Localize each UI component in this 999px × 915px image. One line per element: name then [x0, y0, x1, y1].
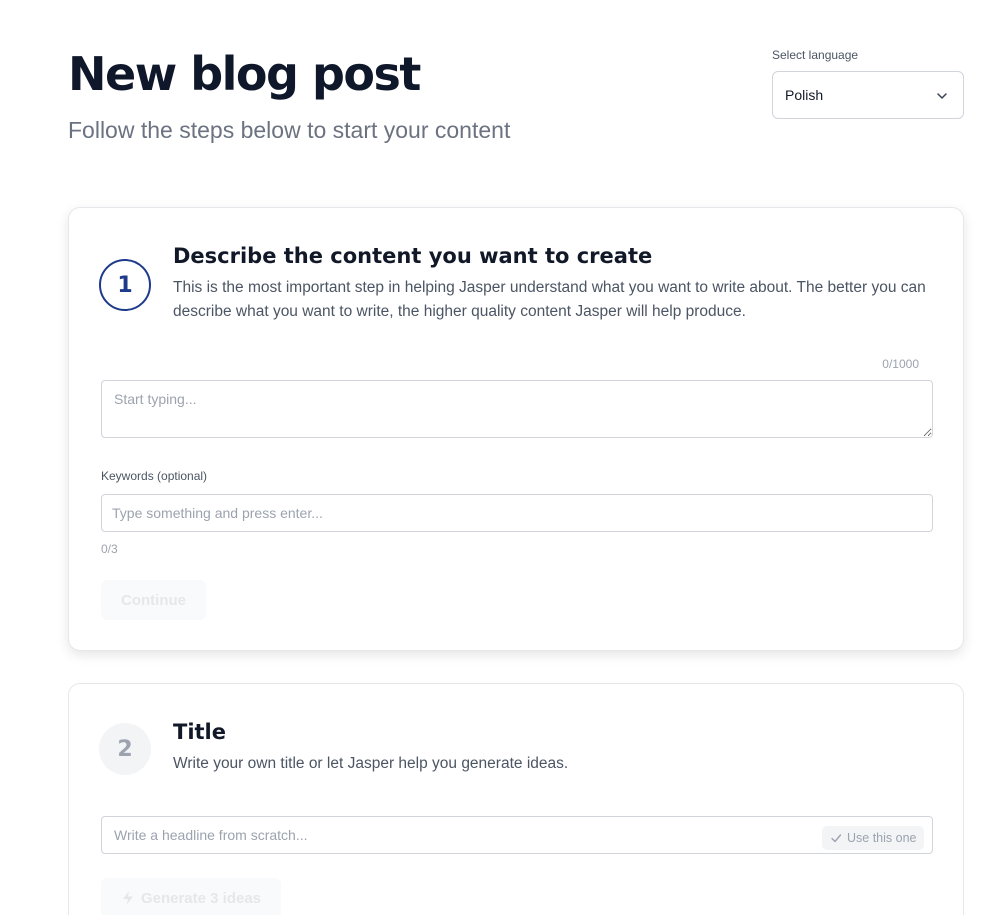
keywords-label: Keywords (optional): [101, 469, 208, 483]
chevron-down-icon: [937, 93, 947, 99]
page-title: New blog post: [68, 47, 421, 101]
step-2-description: Write your own title or let Jasper help …: [173, 755, 569, 772]
generate-ideas-label: Generate 3 ideas: [140, 889, 262, 907]
lightning-icon: [122, 891, 133, 905]
continue-button-label: Continue: [121, 591, 186, 609]
language-select[interactable]: Polish: [772, 71, 964, 119]
use-this-one-button[interactable]: Use this one: [822, 826, 925, 850]
page-subtitle: Follow the steps below to start your con…: [68, 117, 511, 143]
headline-input[interactable]: [101, 816, 933, 854]
keywords-input[interactable]: [101, 494, 933, 532]
step-1-number: 1: [99, 259, 151, 311]
language-label: Select language: [772, 48, 859, 62]
use-this-one-label: Use this one: [847, 831, 917, 845]
continue-button[interactable]: Continue: [101, 580, 206, 620]
step-2-number: 2: [99, 723, 151, 775]
keywords-counter: 0/3: [101, 542, 118, 556]
step-1-card: 1 Describe the content you want to creat…: [68, 207, 964, 651]
generate-ideas-button[interactable]: Generate 3 ideas: [101, 878, 281, 915]
content-description-textarea[interactable]: [101, 380, 933, 438]
step-2-title: Title: [173, 720, 227, 744]
step-1-description: This is the most important step in helpi…: [173, 279, 926, 320]
language-selected-value: Polish: [785, 87, 824, 103]
step-1-title: Describe the content you want to create: [173, 244, 653, 268]
page: New blog post Follow the steps below to …: [0, 0, 999, 915]
check-icon: [831, 834, 842, 843]
character-counter: 0/1000: [882, 357, 919, 371]
step-2-card: 2 Title Write your own title or let Jasp…: [68, 683, 964, 915]
